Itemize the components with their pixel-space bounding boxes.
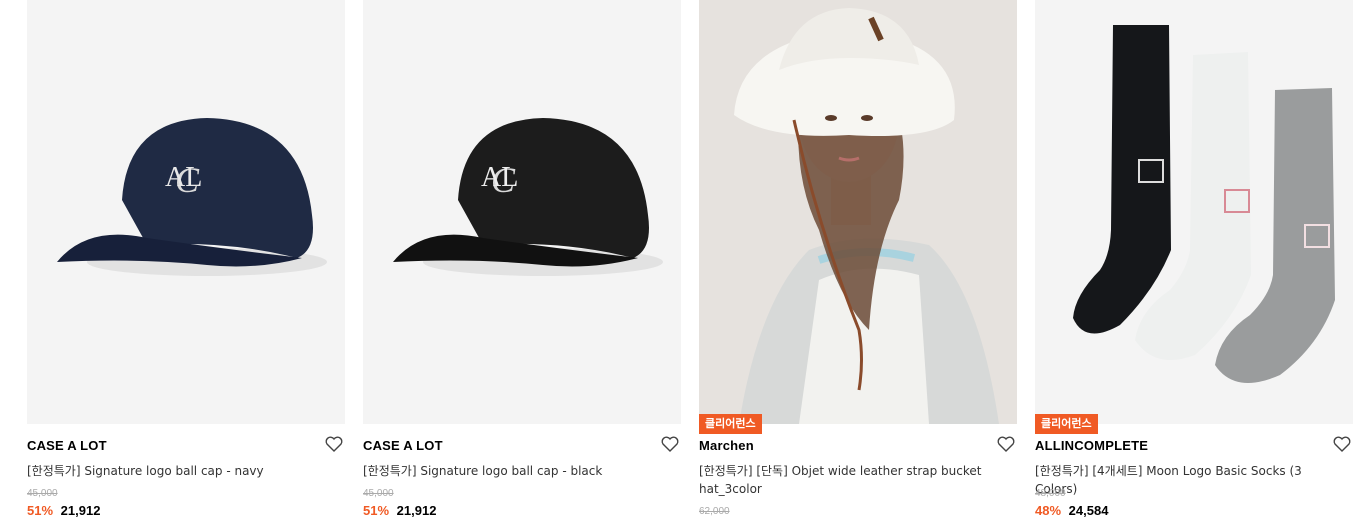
original-price: 45,000 (27, 488, 58, 499)
brand-name[interactable]: ALLINCOMPLETE (1035, 438, 1148, 453)
price-line: 51% 21,912 (27, 503, 100, 518)
clearance-badge: 클리어런스 (1035, 414, 1098, 434)
discount-rate: 51% (27, 503, 54, 518)
brand-name[interactable]: Marchen (699, 438, 754, 453)
product-image[interactable]: C AL (27, 0, 345, 424)
svg-text:AL: AL (165, 162, 202, 193)
brand-name[interactable]: CASE A LOT (27, 438, 107, 453)
sale-price: 21,912 (396, 503, 437, 518)
product-image[interactable] (1035, 0, 1353, 424)
price-line: 48% 24,584 (1035, 503, 1108, 518)
original-price: 45,000 (363, 488, 394, 499)
product-card[interactable]: 클리어런스 ALLINCOMPLETE [한정특가] [4개세트] Moon L… (1035, 0, 1353, 525)
original-price: 62,000 (699, 506, 730, 517)
product-card[interactable]: C AL CASE A LOT [한정특가] Signature logo ba… (363, 0, 681, 525)
heart-icon[interactable] (997, 436, 1015, 452)
product-name[interactable]: [한정특가] Signature logo ball cap - black (363, 462, 649, 480)
product-name[interactable]: [한정특가] [단독] Objet wide leather strap buc… (699, 462, 985, 498)
heart-icon[interactable] (1333, 436, 1351, 452)
product-image[interactable]: C AL (363, 0, 681, 424)
brand-name[interactable]: CASE A LOT (363, 438, 443, 453)
sale-price: 21,912 (60, 503, 101, 518)
original-price: 48,000 (1035, 488, 1066, 499)
svg-text:AL: AL (481, 162, 518, 193)
price-line: 51% 21,912 (363, 503, 436, 518)
product-image[interactable] (699, 0, 1017, 424)
product-name[interactable]: [한정특가] Signature logo ball cap - navy (27, 462, 313, 480)
product-card[interactable]: 클리어런스 Marchen [한정특가] [단독] Objet wide lea… (699, 0, 1017, 525)
heart-icon[interactable] (661, 436, 679, 452)
clearance-badge: 클리어런스 (699, 414, 762, 434)
product-name[interactable]: [한정특가] [4개세트] Moon Logo Basic Socks (3 C… (1035, 462, 1321, 498)
discount-rate: 48% (1035, 503, 1062, 518)
discount-rate: 51% (363, 503, 390, 518)
product-card[interactable]: C AL CASE A LOT [한정특가] Signature logo ba… (27, 0, 345, 525)
sale-price: 24,584 (1068, 503, 1109, 518)
heart-icon[interactable] (325, 436, 343, 452)
